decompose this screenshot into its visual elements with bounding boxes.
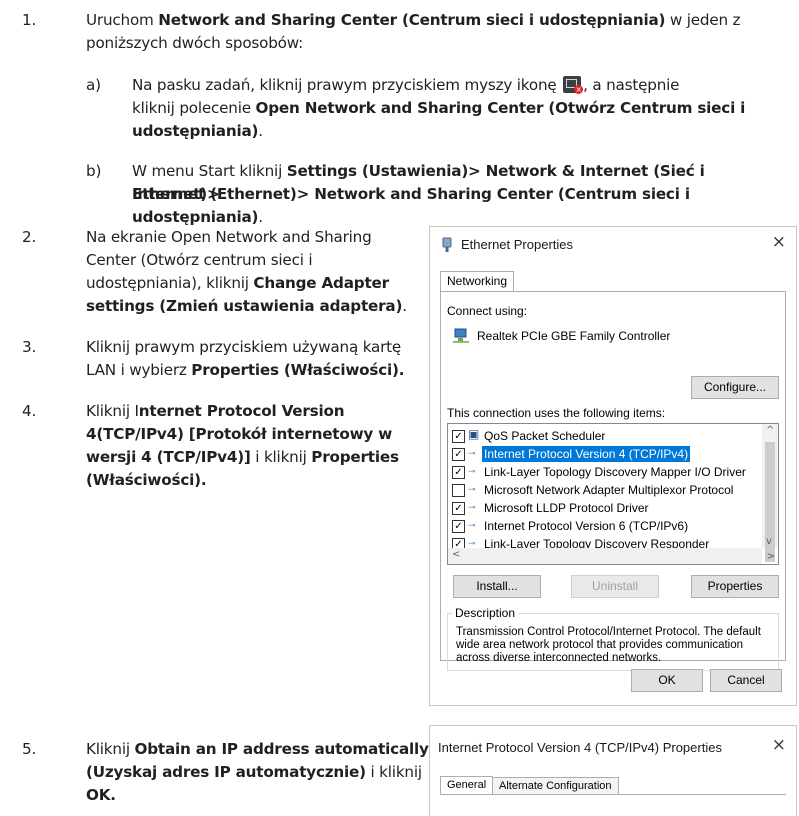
ethernet-properties-dialog: Ethernet Properties × Networking Connect… xyxy=(429,226,797,706)
protocol-icon: ⊸ xyxy=(468,521,476,531)
protocol-icon: ⊸ xyxy=(468,503,476,513)
step-number: 4. xyxy=(22,402,37,420)
close-button[interactable]: × xyxy=(772,232,786,252)
substep-b-line-2: Ethernet (Ethernet)> Network and Sharing… xyxy=(132,185,690,226)
substep-label: a) xyxy=(86,76,101,94)
dialog-title: Internet Protocol Version 4 (TCP/IPv4) P… xyxy=(438,740,722,755)
list-item-label: QoS Packet Scheduler xyxy=(484,429,606,443)
close-button[interactable]: × xyxy=(772,735,786,755)
tab-networking[interactable]: Networking xyxy=(440,271,515,292)
adapter-field: Realtek PCIe GBE Family Controller xyxy=(449,326,777,346)
checkbox[interactable]: ✓ xyxy=(452,430,465,443)
scroll-down-icon[interactable]: v xyxy=(766,536,772,547)
step-3-line-2: LAN i wybierz Properties (Właściwości). xyxy=(86,361,405,379)
items-list[interactable]: ✓ ▣ QoS Packet Scheduler ✓ ⊸ Internet Protoco… xyxy=(447,423,779,565)
connect-using-label: Connect using: xyxy=(447,304,528,318)
step-5-line-1: Kliknij Obtain an IP address automatical… xyxy=(86,740,429,758)
properties-button[interactable]: Properties xyxy=(691,575,779,598)
dialog-title: Ethernet Properties xyxy=(461,237,574,252)
checkbox[interactable] xyxy=(452,484,465,497)
step-2-line-2: Center (Otwórz centrum sieci i xyxy=(86,251,313,269)
configure-button[interactable]: Configure... xyxy=(691,376,779,399)
list-item-label: Link-Layer Topology Discovery Mapper I/O… xyxy=(484,465,746,479)
protocol-icon: ⊸ xyxy=(468,449,476,459)
step-4-line-4: (Właściwości). xyxy=(86,471,207,489)
tab-alternate-configuration[interactable]: Alternate Configuration xyxy=(492,777,619,795)
install-button[interactable]: Install... xyxy=(453,575,541,598)
substep-a-line-3: udostępniania). xyxy=(132,122,263,140)
step-2-line-3: udostępniania), kliknij Change Adapter xyxy=(86,274,389,292)
tab-general[interactable]: General xyxy=(440,776,494,795)
dialog-body: Networking Connect using: Realtek PCIe G… xyxy=(440,271,786,705)
step-2-line-1: Na ekranie Open Network and Sharing xyxy=(86,228,372,246)
network-adapter-icon xyxy=(453,328,469,343)
checkbox[interactable]: ✓ xyxy=(452,502,465,515)
step-4-line-1: Kliknij Internet Protocol Version xyxy=(86,402,345,420)
ethernet-icon xyxy=(442,237,452,252)
dialog-body: General Alternate Configuration xyxy=(440,770,786,810)
step-1-line-2: poniższych dwóch sposobów: xyxy=(86,34,304,52)
step-2-line-4: settings (Zmień ustawienia adaptera). xyxy=(86,297,407,315)
step-4-line-2: 4(TCP/IPv4) [Protokół internetowy w xyxy=(86,425,393,443)
description-label: Description xyxy=(452,606,519,620)
cancel-button[interactable]: Cancel xyxy=(710,669,782,692)
step-5-line-2: (Uzyskaj adres IP automatycznie) i klikn… xyxy=(86,763,422,781)
checkbox[interactable]: ✓ xyxy=(452,448,465,461)
tab-pane-edge xyxy=(440,794,786,795)
list-item-label: Microsoft LLDP Protocol Driver xyxy=(484,501,649,515)
substep-label: b) xyxy=(86,162,102,180)
items-label: This connection uses the following items… xyxy=(447,406,666,420)
scroll-up-icon[interactable]: ^ xyxy=(766,425,774,436)
step-number: 5. xyxy=(22,740,37,758)
qos-scheduler-icon: ▣ xyxy=(468,427,480,441)
substep-a-line-1: Na pasku zadań, kliknij prawym przyciski… xyxy=(132,76,680,94)
step-3-line-1: Kliknij prawym przyciskiem używaną kartę xyxy=(86,338,402,356)
horizontal-scrollbar[interactable]: < xyxy=(448,548,762,564)
description-group: Description Transmission Control Protoco… xyxy=(447,606,779,671)
protocol-icon: ⊸ xyxy=(468,539,476,549)
list-item-label: Internet Protocol Version 4 (TCP/IPv4) xyxy=(482,446,691,462)
ok-button[interactable]: OK xyxy=(631,669,703,692)
list-item-label: Microsoft Network Adapter Multiplexor Pr… xyxy=(484,483,734,497)
description-text: Transmission Control Protocol/Internet P… xyxy=(456,626,761,664)
checkbox[interactable]: ✓ xyxy=(452,520,465,533)
adapter-name: Realtek PCIe GBE Family Controller xyxy=(477,329,671,343)
step-4-line-3: wersji 4 (TCP/IPv4)] i kliknij Propertie… xyxy=(86,448,399,466)
vertical-scrollbar[interactable]: ^ v xyxy=(762,424,778,562)
step-number: 1. xyxy=(22,11,37,29)
protocol-icon: ⊸ xyxy=(468,467,476,477)
step-1-line-1: Uruchom Network and Sharing Center (Cent… xyxy=(86,11,741,29)
networking-pane: Connect using: Realtek PCIe GBE Family C… xyxy=(440,291,786,671)
checkbox[interactable]: ✓ xyxy=(452,466,465,479)
scroll-left-icon[interactable]: < xyxy=(452,549,460,560)
uninstall-button[interactable]: Uninstall xyxy=(571,575,659,598)
step-number: 3. xyxy=(22,338,37,356)
list-item-label: Internet Protocol Version 6 (TCP/IPv6) xyxy=(484,519,689,533)
scroll-right-icon[interactable]: > xyxy=(767,551,775,562)
substep-a-line-2: kliknij polecenie Open Network and Shari… xyxy=(132,99,746,117)
step-number: 2. xyxy=(22,228,37,246)
network-error-icon: × xyxy=(563,76,584,94)
protocol-icon: ⊸ xyxy=(468,485,476,495)
ipv4-properties-dialog: Internet Protocol Version 4 (TCP/IPv4) P… xyxy=(429,725,797,816)
